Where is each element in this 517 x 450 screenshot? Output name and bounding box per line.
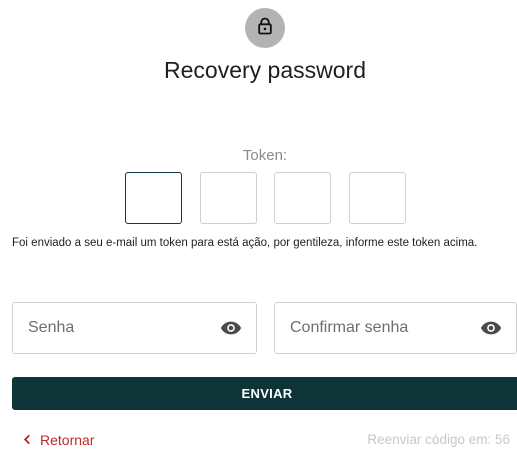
eye-icon[interactable] [479, 316, 503, 340]
back-link[interactable]: Retornar [23, 432, 94, 448]
token-digit-2[interactable] [200, 172, 257, 224]
page-title: Recovery password [164, 57, 366, 83]
send-button[interactable]: ENVIAR [12, 377, 517, 410]
token-digit-3[interactable] [274, 172, 331, 224]
token-digit-1[interactable] [125, 172, 182, 224]
password-field[interactable]: Senha [12, 302, 257, 354]
resend-countdown: Reenviar código em: 56 [367, 432, 510, 447]
token-info-text: Foi enviado a seu e-mail um token para e… [12, 237, 478, 249]
back-label: Retornar [40, 432, 95, 448]
password-placeholder: Senha [28, 319, 75, 336]
eye-icon[interactable] [219, 316, 243, 340]
lock-icon [255, 16, 275, 41]
recovery-page: Recovery password Token: Foi enviado a s… [0, 0, 517, 450]
token-digit-4[interactable] [349, 172, 406, 224]
confirm-password-field[interactable]: Confirmar senha [274, 302, 517, 354]
chevron-left-icon [23, 432, 31, 448]
token-label: Token: [242, 147, 288, 164]
lock-badge [245, 8, 285, 48]
confirm-password-placeholder: Confirmar senha [290, 319, 409, 336]
